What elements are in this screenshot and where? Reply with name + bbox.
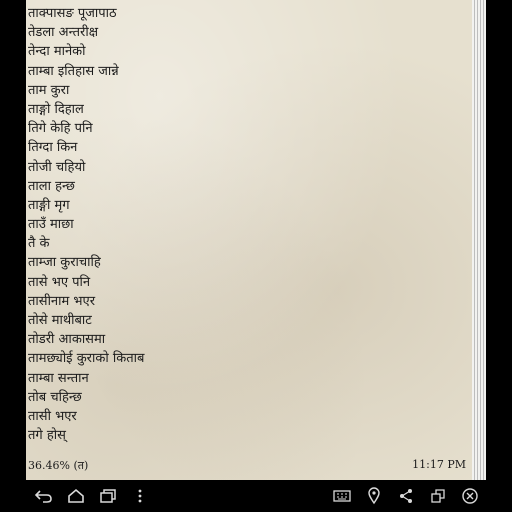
location-pin-icon: [368, 487, 380, 505]
page-stack-edge: [472, 0, 486, 480]
text-line: तै के: [28, 236, 50, 252]
text-line: तोब चहिन्छ: [28, 389, 82, 405]
keyboard-icon: [333, 490, 351, 502]
text-line: तोडरी आकासमा: [28, 332, 106, 348]
text-line: ताक्पासङ पूजापाठ: [28, 6, 117, 21]
overflow-menu-icon: [138, 489, 142, 503]
text-line: तोसे माथीबाट: [28, 313, 92, 328]
text-line: ताम कुरा: [28, 82, 70, 98]
text-line: तिग्दा किन: [28, 140, 78, 156]
text-line: तिगे केहि पनि: [28, 121, 93, 137]
text-line: ताउँ माछा: [28, 217, 74, 233]
share-button[interactable]: [392, 484, 420, 508]
home-button[interactable]: [62, 484, 90, 508]
book-page[interactable]: ताक्पासङ पूजापाठ तेडला अन्तरीक्ष तेन्दा …: [26, 0, 472, 480]
text-lines: ताक्पासङ पूजापाठ तेडला अन्तरीक्ष तेन्दा …: [28, 4, 144, 445]
location-button[interactable]: [360, 484, 388, 508]
text-line: ताला हन्छ: [28, 178, 75, 194]
overflow-menu-button[interactable]: [126, 484, 154, 508]
recent-apps-icon: [100, 489, 116, 503]
share-icon: [400, 489, 412, 503]
text-line: तासीनाम भएर: [28, 293, 96, 309]
back-button[interactable]: [30, 484, 58, 508]
text-line: तासे भए पनि: [28, 274, 91, 290]
text-line: तासी भएर: [28, 408, 77, 424]
text-line: ताङ्गी मृग: [28, 197, 70, 213]
window-icon: [431, 489, 445, 503]
text-line: तामछ्योई कुराको किताब: [28, 351, 145, 367]
text-line: तगे होस्: [28, 428, 66, 444]
text-line: ताङ्गो दिहाल: [28, 101, 84, 117]
recent-apps-button[interactable]: [94, 484, 122, 508]
close-circle-icon: [462, 488, 478, 504]
text-line: ताम्बा सन्तान: [28, 370, 89, 386]
text-line: ताम्बा इतिहास जान्ने: [28, 63, 119, 79]
clock-time: 11:17 PM: [412, 458, 466, 471]
text-line: तेन्दा मानेको: [28, 44, 86, 60]
text-line: तोजी चहियो: [28, 159, 86, 175]
keyboard-button[interactable]: [328, 484, 356, 508]
window-button[interactable]: [424, 484, 452, 508]
text-line: तेडला अन्तरीक्ष: [28, 25, 99, 41]
back-icon: [34, 490, 52, 503]
system-navbar: [0, 480, 512, 512]
close-button[interactable]: [456, 484, 484, 508]
text-line: ताम्जा कुराचाहि: [28, 255, 101, 271]
home-icon: [68, 488, 84, 503]
reading-progress: 36.46% (त): [28, 459, 89, 472]
